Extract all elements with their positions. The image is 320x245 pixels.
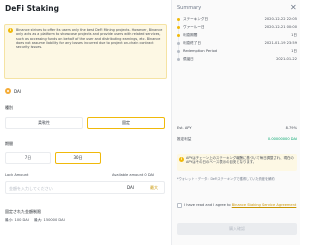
timeline-dot bbox=[177, 50, 180, 53]
risk-notice: i Binance strives to offer its users onl… bbox=[4, 24, 167, 79]
confirm-purchase-button[interactable]: 購入確認 bbox=[177, 223, 297, 235]
timeline-label: 利息期間 bbox=[183, 33, 198, 37]
timeline-row: ステーキング日 2020-12-22 22:05 bbox=[177, 16, 297, 24]
period-label: 期間 bbox=[5, 141, 13, 146]
earnings-label: 推定利益 bbox=[177, 137, 192, 141]
timeline-dot bbox=[177, 18, 180, 21]
max-button[interactable]: 最大 bbox=[150, 185, 158, 191]
summary-footnote: *ウォレット・データ：DeFiステーキングで獲得していた資産を解約 bbox=[177, 177, 275, 181]
timeline-label: 償還日 bbox=[183, 57, 194, 61]
amount-field[interactable]: DAI 最大 bbox=[5, 181, 165, 194]
timeline-value: 1日 bbox=[291, 33, 297, 37]
info-icon: i bbox=[8, 28, 13, 33]
timeline-value: 2021-01-22 bbox=[276, 57, 297, 61]
type-option-flexible[interactable]: 柔軟性 bbox=[5, 117, 83, 129]
timeline-label: ヴァールー日 bbox=[183, 25, 205, 29]
agreement-text: I have read and I agree to Binance Staki… bbox=[184, 203, 296, 207]
timeline-value: 1日 bbox=[291, 49, 297, 53]
timeline-dot bbox=[177, 58, 180, 61]
timeline-label: ステーキング日 bbox=[183, 17, 209, 21]
available-amount: Available amount 0 DAI bbox=[112, 173, 155, 177]
apy-warning: ! APYはチェーン上のステーキング報酬に基づいて毎日調整され、現在のAPYはそ… bbox=[177, 154, 297, 171]
summary-title: Summary bbox=[177, 5, 202, 11]
timeline-dot bbox=[177, 34, 180, 37]
timeline-label: 利息終了日 bbox=[183, 41, 201, 45]
staking-form-panel: DeFi Staking i Binance strives to offer … bbox=[0, 0, 171, 245]
summary-panel: Summary ステーキング日 2020-12-22 22:05 ヴァールー日 … bbox=[171, 0, 300, 245]
timeline-label: Redemption Period bbox=[183, 49, 218, 53]
earnings-value: 0.00000000 DAI bbox=[267, 137, 297, 141]
apy-label: Est. APY bbox=[177, 126, 192, 130]
service-agreement-link[interactable]: Binance Staking Service Agreement bbox=[232, 203, 297, 207]
timeline-dot bbox=[177, 26, 180, 29]
period-option-7d[interactable]: 7日 bbox=[5, 152, 51, 164]
lock-amount-label: Lock Amount bbox=[5, 173, 29, 177]
limit-max: 最大: 150000 DAI bbox=[34, 218, 65, 222]
modal-title: DeFi Staking bbox=[5, 4, 59, 13]
apy-value: 8.79% bbox=[285, 126, 297, 130]
timeline-value: 2021-01-19 23:59 bbox=[264, 41, 297, 45]
risk-notice-text: Binance strives to offer its users only … bbox=[16, 28, 163, 50]
earnings-row: 推定利益 0.00000000 DAI bbox=[177, 137, 297, 142]
timeline-dot bbox=[177, 42, 180, 45]
agreement-prefix: I have read and I agree to bbox=[184, 203, 231, 207]
dai-coin-icon bbox=[5, 88, 11, 94]
timeline-row: 利息期間 1日 bbox=[177, 32, 297, 40]
timeline-row: 償還日 2021-01-22 bbox=[177, 56, 297, 64]
agreement-checkbox[interactable] bbox=[177, 203, 182, 209]
close-icon[interactable]: ✕ bbox=[290, 3, 297, 12]
limits-title: 固定された金額制限 bbox=[5, 209, 41, 214]
apy-warning-text: APYはチェーン上のステーキング報酬に基づいて毎日調整され、現在のAPYはその日… bbox=[186, 156, 294, 165]
summary-timeline: ステーキング日 2020-12-22 22:05 ヴァールー日 2020-12-… bbox=[177, 16, 297, 64]
timeline-row: Redemption Period 1日 bbox=[177, 48, 297, 56]
type-label: 種別 bbox=[5, 105, 13, 110]
timeline-row: 利息終了日 2021-01-19 23:59 bbox=[177, 40, 297, 48]
warning-icon: ! bbox=[179, 157, 184, 162]
timeline-value: 2020-12-22 22:05 bbox=[264, 17, 297, 21]
amount-unit: DAI bbox=[127, 185, 134, 190]
timeline-row: ヴァールー日 2020-12-21 00:00 bbox=[177, 24, 297, 32]
type-option-locked[interactable]: 固定 bbox=[87, 117, 165, 129]
agreement-row[interactable]: I have read and I agree to Binance Staki… bbox=[177, 203, 299, 209]
apy-row: Est. APY 8.79% bbox=[177, 126, 297, 130]
asset-name: DAI bbox=[14, 88, 21, 94]
timeline-value: 2020-12-21 00:00 bbox=[264, 25, 297, 29]
asset-selector: DAI bbox=[5, 88, 21, 94]
limit-min: 最小: 100 DAI bbox=[5, 218, 29, 222]
amount-input[interactable] bbox=[9, 184, 109, 192]
period-option-30d[interactable]: 30日 bbox=[55, 152, 101, 164]
